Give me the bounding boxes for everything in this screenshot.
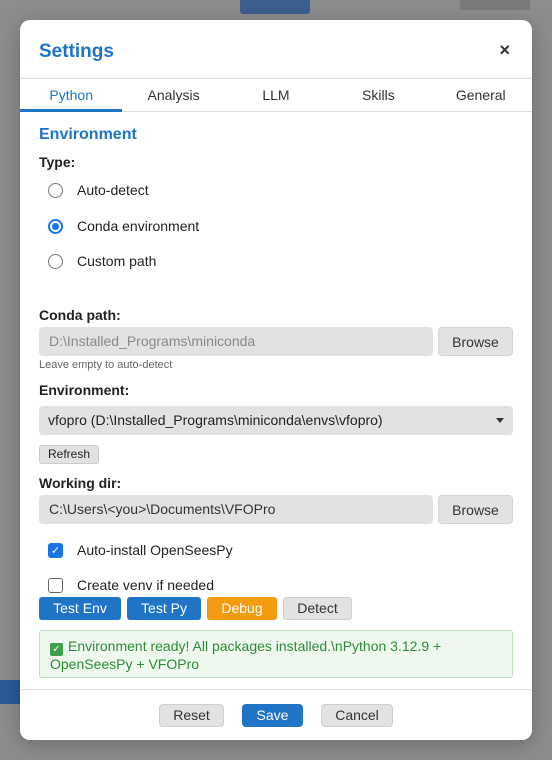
type-label: Type: [39, 154, 76, 170]
dialog-header: Settings × [20, 20, 532, 78]
chevron-down-icon [496, 418, 504, 423]
radio-label: Conda environment [77, 218, 200, 234]
auto-install-label: Auto-install OpenSeesPy [77, 542, 233, 558]
tab-skills[interactable]: Skills [327, 79, 429, 111]
check-icon[interactable]: ✓ [48, 542, 63, 558]
radio-button[interactable] [48, 182, 63, 198]
working-dir-input[interactable]: C:\Users\<you>\Documents\VFOPro [39, 495, 433, 524]
radio-custom-path[interactable]: Custom path [48, 253, 156, 269]
debug-button[interactable]: Debug [207, 597, 277, 620]
reset-button[interactable]: Reset [159, 704, 224, 727]
radio-label: Custom path [77, 253, 157, 269]
status-text: Environment ready! All packages installe… [50, 638, 442, 672]
dialog-footer: Reset Save Cancel [20, 689, 532, 740]
radio-auto-detect[interactable]: Auto-detect [48, 182, 149, 198]
tab-python[interactable]: Python [20, 79, 123, 112]
section-title: Environment [39, 126, 137, 143]
tab-general[interactable]: General [430, 79, 532, 111]
test-env-button[interactable]: Test Env [39, 597, 121, 620]
detect-button[interactable]: Detect [283, 597, 352, 620]
conda-path-hint: Leave empty to auto-detect [39, 359, 173, 371]
environment-label: Environment: [39, 382, 130, 398]
radio-button[interactable] [48, 218, 63, 234]
save-button[interactable]: Save [242, 704, 303, 727]
radio-label: Auto-detect [77, 182, 149, 198]
environment-selected-value: vfopro (D:\Installed_Programs\miniconda\… [48, 412, 383, 428]
background-element [0, 680, 20, 704]
conda-browse-button[interactable]: Browse [438, 327, 513, 356]
settings-dialog: Settings × Python Analysis LLM Skills Ge… [20, 20, 532, 740]
refresh-button[interactable]: Refresh [39, 445, 99, 464]
working-dir-label: Working dir: [39, 475, 122, 491]
background-element [460, 0, 530, 10]
check-icon: ✓ [50, 643, 63, 656]
create-venv-label: Create venv if needed [77, 577, 214, 593]
dialog-title: Settings [39, 41, 114, 62]
create-venv-checkbox-row[interactable]: Create venv if needed [48, 577, 214, 593]
conda-path-input[interactable]: D:\Installed_Programs\miniconda [39, 327, 433, 356]
cancel-button[interactable]: Cancel [321, 704, 393, 727]
radio-conda-environment[interactable]: Conda environment [48, 218, 199, 234]
close-icon[interactable]: × [499, 40, 510, 60]
radio-button[interactable] [48, 253, 63, 269]
auto-install-checkbox-row[interactable]: ✓ Auto-install OpenSeesPy [48, 542, 233, 558]
settings-tabs: Python Analysis LLM Skills General [20, 78, 532, 112]
checkbox[interactable] [48, 577, 63, 593]
background-button [240, 0, 310, 14]
conda-path-label: Conda path: [39, 307, 121, 323]
tab-analysis[interactable]: Analysis [122, 79, 224, 111]
test-py-button[interactable]: Test Py [127, 597, 201, 620]
status-message: ✓ Environment ready! All packages install… [39, 630, 513, 678]
environment-select[interactable]: vfopro (D:\Installed_Programs\miniconda\… [39, 406, 513, 435]
tab-llm[interactable]: LLM [225, 79, 327, 111]
working-dir-browse-button[interactable]: Browse [438, 495, 513, 524]
